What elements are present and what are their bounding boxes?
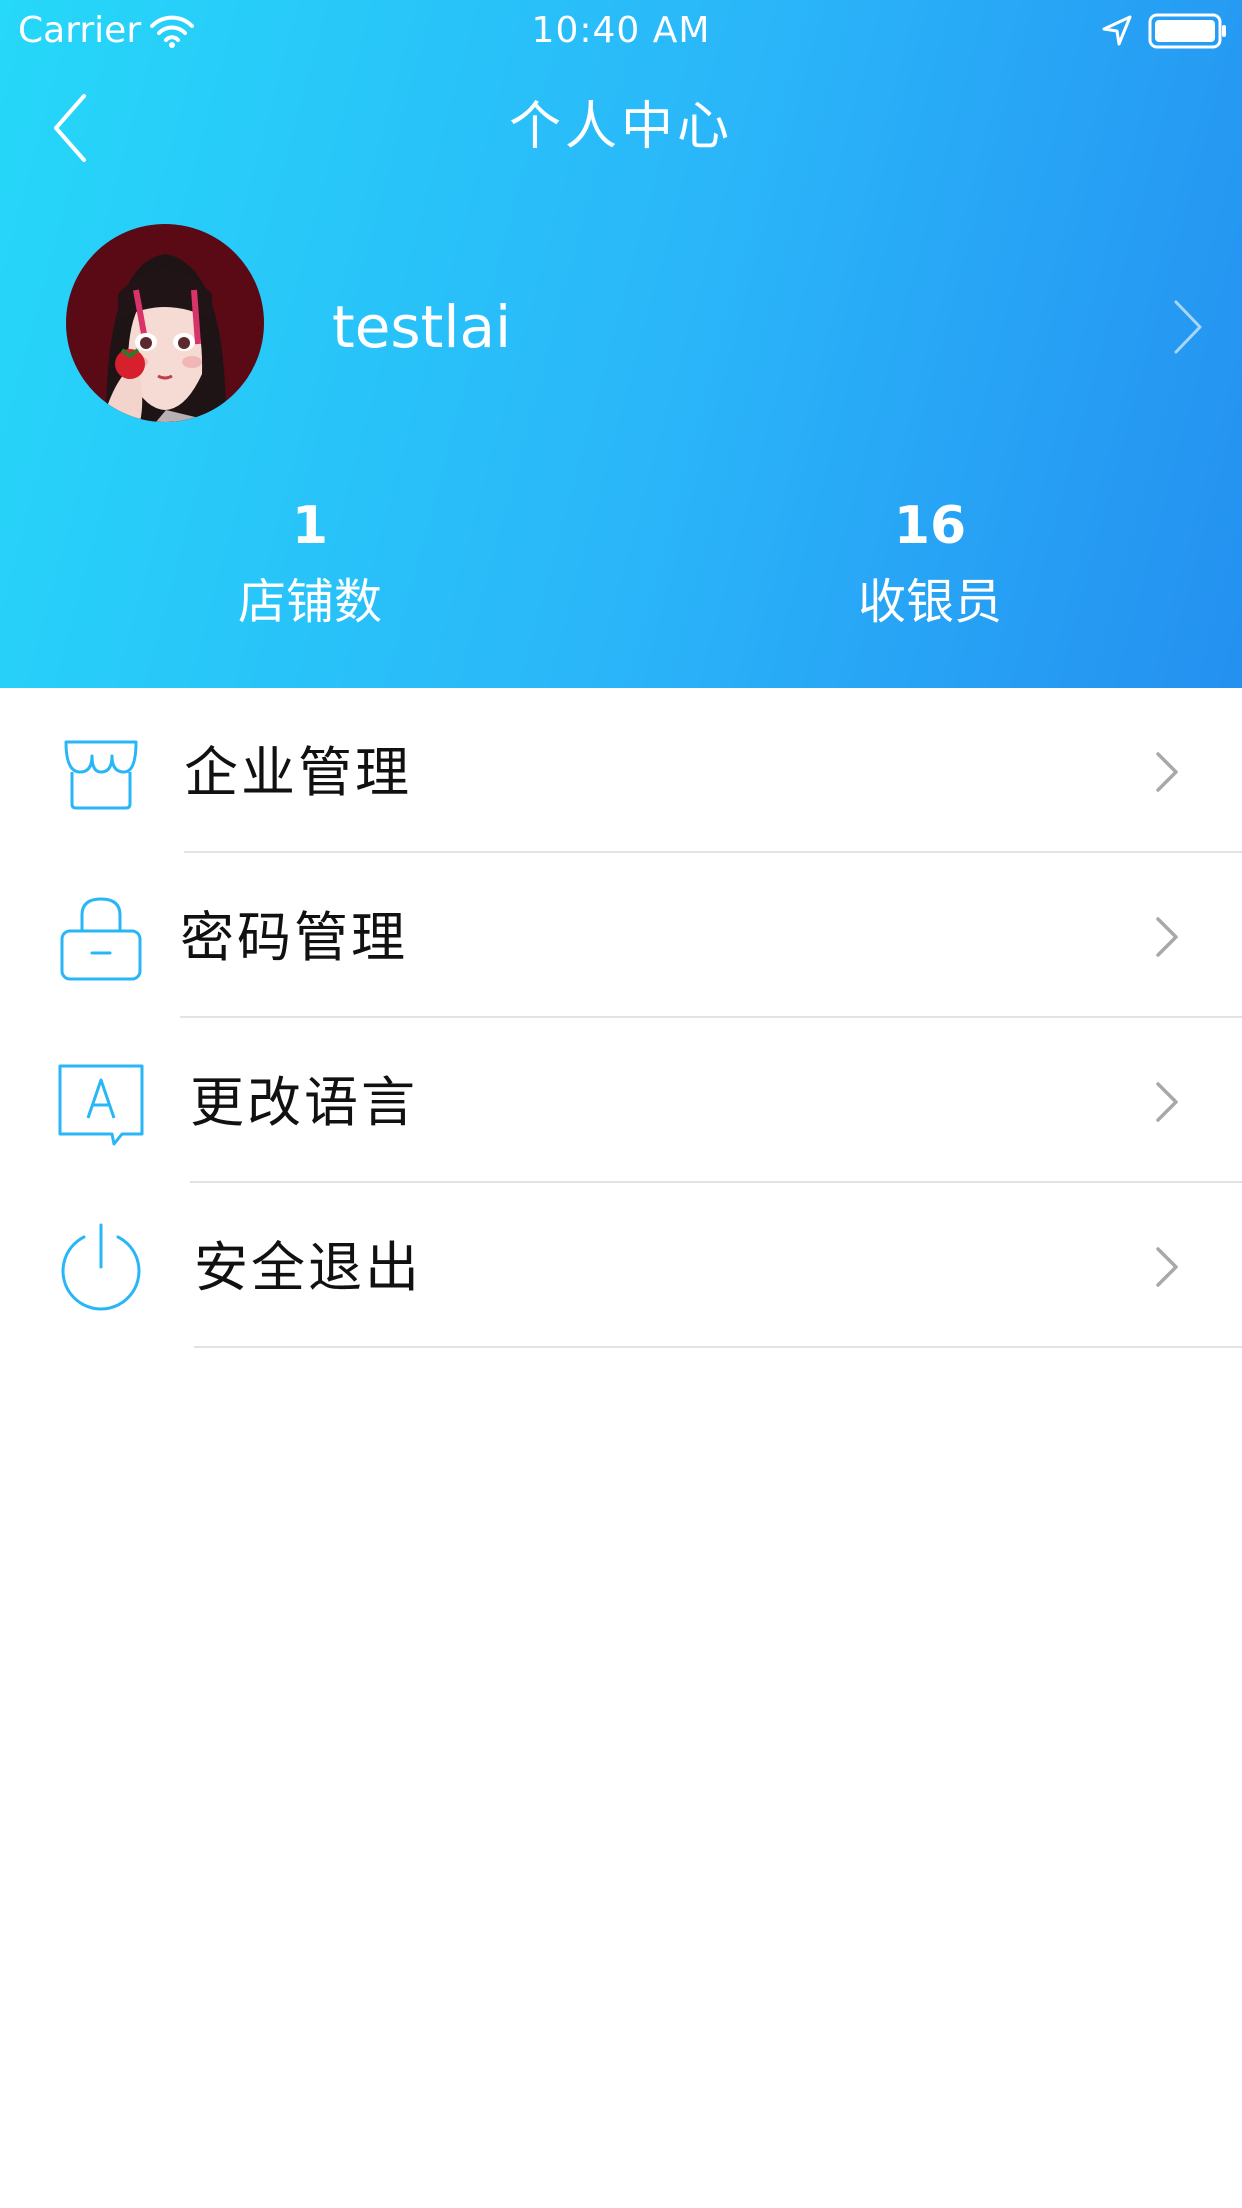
menu-label-enterprise-management: 企业管理 bbox=[184, 741, 412, 804]
status-clock: 10:40 AM bbox=[531, 10, 711, 51]
menu-label-logout: 安全退出 bbox=[194, 1236, 422, 1299]
menu-item-change-language[interactable]: 更改语言 bbox=[0, 1018, 1242, 1183]
language-icon bbox=[58, 1064, 144, 1146]
menu-item-enterprise-management[interactable]: 企业管理 bbox=[0, 688, 1242, 853]
chevron-right-icon bbox=[1156, 1247, 1178, 1287]
battery-icon bbox=[1148, 13, 1226, 49]
personal-center-screen: Carrier 10:40 AM 个人中心 testlai 1 店铺数 16 收… bbox=[0, 0, 1242, 2208]
profile-row[interactable]: testlai bbox=[0, 216, 1242, 436]
menu-label-change-language: 更改语言 bbox=[190, 1071, 418, 1134]
menu-item-password-management[interactable]: 密码管理 bbox=[0, 853, 1242, 1018]
chevron-right-icon bbox=[1174, 300, 1202, 354]
menu-item-logout[interactable]: 安全退出 bbox=[0, 1183, 1242, 1348]
chevron-right-icon bbox=[1156, 917, 1178, 957]
settings-menu: 企业管理 密码管理 更改语言 安全退出 bbox=[0, 688, 1242, 1348]
profile-header: Carrier 10:40 AM 个人中心 testlai 1 店铺数 16 收… bbox=[0, 0, 1242, 688]
shop-icon bbox=[64, 740, 138, 810]
chevron-right-icon bbox=[1156, 752, 1178, 792]
status-bar: Carrier 10:40 AM bbox=[0, 0, 1242, 62]
page-title: 个人中心 bbox=[508, 97, 733, 157]
avatar bbox=[66, 224, 264, 422]
store-count-label: 店铺数 bbox=[237, 574, 382, 630]
chevron-right-icon bbox=[1156, 1082, 1178, 1122]
divider bbox=[194, 1346, 1242, 1348]
location-arrow-icon bbox=[1102, 15, 1132, 46]
power-icon bbox=[61, 1223, 141, 1311]
cashier-count-value: 16 bbox=[893, 496, 967, 556]
store-count-stat[interactable]: 1 店铺数 bbox=[110, 490, 510, 638]
lock-icon bbox=[60, 897, 142, 981]
menu-label-password-management: 密码管理 bbox=[180, 906, 408, 969]
store-count-value: 1 bbox=[291, 496, 329, 556]
username: testlai bbox=[332, 293, 512, 361]
cashier-count-stat[interactable]: 16 收银员 bbox=[730, 490, 1130, 638]
cashier-count-label: 收银员 bbox=[857, 574, 1002, 630]
